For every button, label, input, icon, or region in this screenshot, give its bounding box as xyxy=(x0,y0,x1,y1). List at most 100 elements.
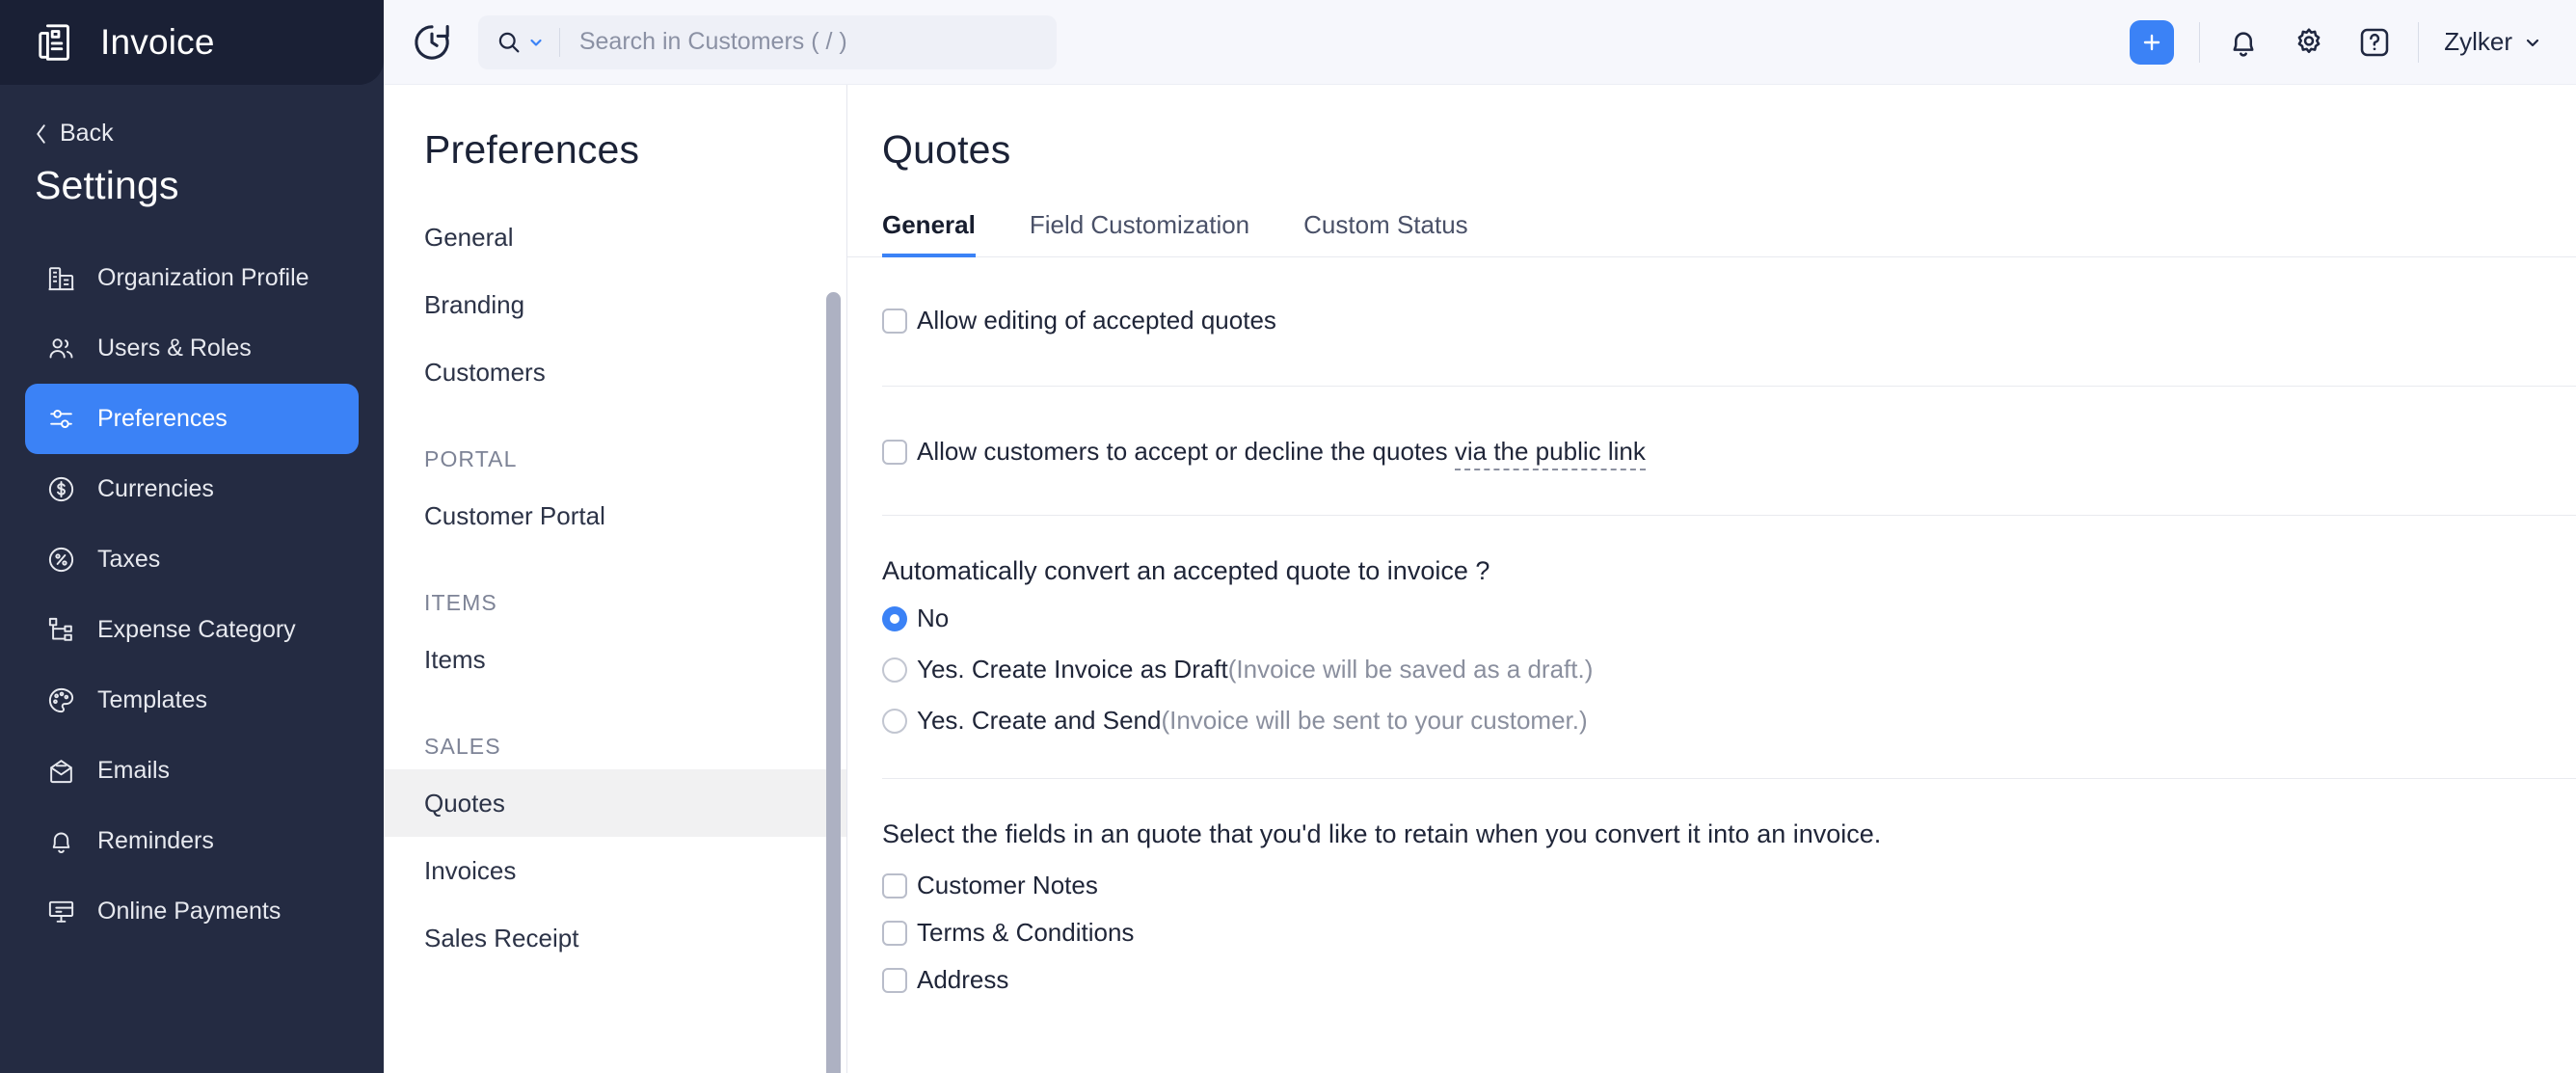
sidebar-item-label: Expense Category xyxy=(97,616,296,643)
convert-question: Automatically convert an accepted quote … xyxy=(882,556,1490,585)
sidebar-item-organization-profile[interactable]: Organization Profile xyxy=(25,243,359,313)
chevron-down-icon xyxy=(2526,39,2539,46)
checkbox-row-public-link[interactable]: Allow customers to accept or decline the… xyxy=(882,437,2576,470)
invoice-document-icon xyxy=(35,20,79,65)
envelope-open-icon xyxy=(50,760,72,784)
tab-label: Custom Status xyxy=(1303,210,1468,239)
prefs-item-items[interactable]: Items xyxy=(384,626,846,693)
prefs-item-label: Customers xyxy=(424,357,546,387)
general-settings-body: Allow editing of accepted quotes Allow c… xyxy=(847,257,2576,995)
prefs-item-label: Quotes xyxy=(424,788,505,818)
prefs-item-invoices[interactable]: Invoices xyxy=(384,837,846,904)
app-root: Invoice Back Settings Organization Profi… xyxy=(0,0,2576,1073)
prefs-item-label: Items xyxy=(424,644,486,674)
prefs-item-label: Sales Receipt xyxy=(424,923,579,952)
customer-notes-label: Customer Notes xyxy=(917,871,1098,899)
terms-conditions-checkbox[interactable] xyxy=(882,920,907,946)
sidebar-item-label: Preferences xyxy=(97,405,228,432)
help-circle-icon[interactable] xyxy=(2356,24,2393,61)
convert-no-label: No xyxy=(917,604,950,632)
right-region: Zylker Preferences General Branding xyxy=(384,0,2576,1073)
sidebar-item-emails[interactable]: Emails xyxy=(25,736,359,806)
sliders-icon xyxy=(50,410,72,428)
checkbox-row-terms-conditions[interactable]: Terms & Conditions xyxy=(882,918,2576,948)
prefs-item-sales-receipt[interactable]: Sales Receipt xyxy=(384,904,846,972)
sidebar-item-label: Currencies xyxy=(97,475,214,502)
search-icon[interactable] xyxy=(496,29,523,56)
prefs-item-quotes[interactable]: Quotes xyxy=(384,769,846,837)
sidebar-item-users-roles[interactable]: Users & Roles xyxy=(25,313,359,384)
plus-icon xyxy=(2143,34,2160,50)
topbar-divider-2 xyxy=(2418,21,2420,63)
sidebar-item-online-payments[interactable]: Online Payments xyxy=(25,876,359,947)
prefs-item-customers[interactable]: Customers xyxy=(384,338,846,406)
back-label: Back xyxy=(60,120,114,147)
page-title: Quotes xyxy=(882,127,1011,172)
prefs-group-sales: SALES xyxy=(424,734,501,759)
chevron-down-icon[interactable] xyxy=(528,35,544,50)
bell-icon[interactable] xyxy=(2225,24,2262,61)
public-link-label-text: Allow customers to accept or decline the… xyxy=(917,437,1455,466)
sidebar-item-label: Templates xyxy=(97,686,207,713)
checkbox-row-allow-editing[interactable]: Allow editing of accepted quotes xyxy=(882,306,2576,335)
settings-nav: Organization Profile Users & Roles Prefe… xyxy=(0,243,384,947)
topbar-divider-1 xyxy=(2199,21,2201,63)
settings-title: Settings xyxy=(35,163,179,207)
sidebar-item-label: Taxes xyxy=(97,546,161,573)
tab-bar: General Field Customization Custom Statu… xyxy=(847,173,2576,257)
address-checkbox[interactable] xyxy=(882,967,907,993)
brand-header[interactable]: Invoice xyxy=(0,0,384,85)
retain-heading: Select the fields in an quote that you'd… xyxy=(882,819,1882,848)
tab-custom-status[interactable]: Custom Status xyxy=(1303,210,1493,257)
add-new-button[interactable] xyxy=(2130,19,2175,65)
preferences-scrollbar[interactable] xyxy=(826,292,841,1073)
card-terminal-icon xyxy=(48,900,74,923)
tab-general[interactable]: General xyxy=(882,210,976,257)
convert-no-radio[interactable] xyxy=(882,605,907,631)
sidebar-item-label: Users & Roles xyxy=(97,335,252,362)
main-panel: Quotes General Field Customization Custo… xyxy=(847,85,2576,1073)
refresh-clock-icon[interactable] xyxy=(411,21,453,64)
allow-editing-label: Allow editing of accepted quotes xyxy=(917,306,1276,335)
building-icon xyxy=(48,267,74,291)
back-button[interactable]: Back xyxy=(0,85,384,148)
tab-field-customization[interactable]: Field Customization xyxy=(1030,210,1275,257)
convert-draft-radio[interactable] xyxy=(882,657,907,683)
convert-draft-label: Yes. Create Invoice as Draft xyxy=(917,655,1228,684)
tab-label: General xyxy=(882,210,976,239)
sidebar-item-expense-category[interactable]: Expense Category xyxy=(25,595,359,665)
convert-send-radio[interactable] xyxy=(882,708,907,734)
brand-title: Invoice xyxy=(100,22,215,62)
public-link-anchor[interactable]: via the public link xyxy=(1454,437,1646,470)
address-label: Address xyxy=(917,965,1009,994)
sidebar-item-preferences[interactable]: Preferences xyxy=(25,384,359,454)
prefs-item-label: Invoices xyxy=(424,855,517,885)
search-box[interactable] xyxy=(478,14,1057,69)
convert-draft-hint: (Invoice will be saved as a draft.) xyxy=(1227,655,1594,684)
sidebar-item-taxes[interactable]: Taxes xyxy=(25,524,359,595)
customer-notes-checkbox[interactable] xyxy=(882,872,907,899)
sidebar-item-label: Emails xyxy=(97,757,171,784)
radio-row-draft[interactable]: Yes. Create Invoice as Draft (Invoice wi… xyxy=(882,655,2576,684)
org-switcher[interactable]: Zylker xyxy=(2444,27,2541,57)
sidebar-item-currencies[interactable]: Currencies xyxy=(25,454,359,524)
search-input[interactable] xyxy=(578,28,1039,56)
sidebar-item-reminders[interactable]: Reminders xyxy=(25,806,359,876)
sidebar-item-templates[interactable]: Templates xyxy=(25,665,359,736)
allow-editing-checkbox[interactable] xyxy=(882,308,907,334)
public-link-checkbox[interactable] xyxy=(882,439,907,465)
gear-icon[interactable] xyxy=(2291,24,2327,61)
left-sidebar: Invoice Back Settings Organization Profi… xyxy=(0,0,384,1073)
top-bar: Zylker xyxy=(384,0,2576,85)
org-name-label: Zylker xyxy=(2444,27,2512,56)
checkbox-row-address[interactable]: Address xyxy=(882,965,2576,995)
radio-row-no[interactable]: No xyxy=(882,604,2576,633)
checkbox-row-customer-notes[interactable]: Customer Notes xyxy=(882,871,2576,900)
search-divider xyxy=(559,27,560,57)
prefs-item-general[interactable]: General xyxy=(384,203,846,271)
users-icon xyxy=(49,338,73,359)
prefs-group-portal: PORTAL xyxy=(424,446,518,471)
radio-row-send[interactable]: Yes. Create and Send (Invoice will be se… xyxy=(882,706,2576,736)
prefs-item-customer-portal[interactable]: Customer Portal xyxy=(384,482,846,550)
prefs-item-branding[interactable]: Branding xyxy=(384,271,846,338)
